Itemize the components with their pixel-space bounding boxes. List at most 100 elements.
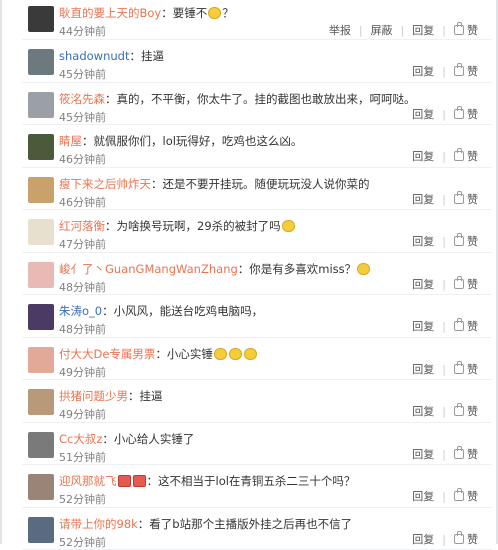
comment-actions: 举报 | 屏蔽 | 回复 | 赞 [329, 22, 478, 38]
like-button[interactable]: 赞 [454, 63, 478, 79]
action-label: 赞 [467, 488, 478, 504]
like-button[interactable]: 赞 [454, 361, 478, 377]
like-button[interactable]: 赞 [454, 446, 478, 462]
action-label: 赞 [467, 191, 478, 207]
username-link[interactable]: 睛屋 [59, 134, 82, 148]
username-link[interactable]: 瘦下来之后帅炸天 [59, 177, 151, 191]
comment-item: Cc大叔z：小心给人实锤了51分钟前回复|赞 [22, 423, 492, 466]
avatar[interactable] [28, 432, 54, 458]
avatar[interactable] [28, 474, 54, 500]
action-separator: | [442, 193, 446, 206]
username-link[interactable]: 朱涛o_0 [59, 304, 102, 318]
comment-item: 朱涛o_0：小风风，能送台吃鸡电脑吗， 48分钟前 回复 | 赞 [22, 295, 492, 338]
action-separator: | [442, 278, 446, 291]
avatar[interactable] [28, 304, 54, 330]
like-button[interactable]: 赞 [454, 233, 478, 249]
like-button[interactable]: 赞 [454, 276, 478, 292]
comment-text: ：你是有多喜欢miss？ [238, 262, 356, 276]
reply-button[interactable]: 回复 [412, 106, 434, 122]
username-link[interactable]: shadownudt [59, 49, 129, 63]
like-button[interactable]: 赞 [454, 22, 478, 38]
reply-button[interactable]: 回复 [412, 361, 434, 377]
thumbs-up-icon [454, 406, 464, 416]
action-label: 回复 [412, 276, 434, 292]
reply-button[interactable]: 回复 [412, 531, 434, 547]
block-button[interactable]: 屏蔽 [371, 22, 393, 38]
action-label: 回复 [412, 488, 434, 504]
action-separator: | [401, 24, 405, 37]
avatar[interactable] [28, 219, 54, 245]
reply-button[interactable]: 回复 [412, 403, 434, 419]
username-link[interactable]: Cc大叔z [59, 432, 102, 446]
reply-button[interactable]: 回复 [412, 276, 434, 292]
username-link[interactable]: 耿直的要上天的Boy [59, 6, 161, 20]
action-label: 回复 [412, 233, 434, 249]
like-button[interactable]: 赞 [454, 318, 478, 334]
badge-icon [118, 475, 131, 487]
avatar[interactable] [28, 517, 54, 543]
action-label: 举报 [329, 22, 351, 38]
username-link[interactable]: 筱洺先森 [59, 92, 105, 106]
avatar[interactable] [28, 92, 54, 118]
report-button[interactable]: 举报 [329, 22, 351, 38]
reply-button[interactable]: 回复 [412, 488, 434, 504]
username-link[interactable]: 请带上你的98k [59, 517, 138, 531]
thumbs-up-icon [454, 279, 464, 289]
comment-item: 峻亻了丶GuanGMangWanZhang：你是有多喜欢miss？ 48分钟前 回复… [22, 253, 492, 296]
action-separator: | [442, 24, 446, 37]
action-separator: | [442, 320, 446, 333]
avatar[interactable] [28, 6, 54, 32]
reply-button[interactable]: 回复 [412, 191, 434, 207]
like-button[interactable]: 赞 [454, 403, 478, 419]
comment-time: 45分钟前 [59, 66, 106, 82]
thumbs-up-icon [454, 321, 464, 331]
reply-button[interactable]: 回复 [412, 233, 434, 249]
like-button[interactable]: 赞 [454, 148, 478, 164]
action-separator: | [359, 24, 363, 37]
avatar[interactable] [28, 347, 54, 373]
comment-time: 46分钟前 [59, 151, 106, 167]
reply-button[interactable]: 回复 [412, 63, 434, 79]
reply-button[interactable]: 回复 [412, 148, 434, 164]
like-button[interactable]: 赞 [454, 531, 478, 547]
avatar[interactable] [28, 134, 54, 160]
action-label: 赞 [467, 233, 478, 249]
reply-button[interactable]: 回复 [412, 318, 434, 334]
comment-text: ：真的，不平衡，你太牛了。挂的截图也敢放出来，呵呵哒。 [105, 92, 416, 106]
comment-item: 付大大De专属男票：小心实锤49分钟前回复|赞 [22, 338, 492, 381]
comment-item: 筱洺先森：真的，不平衡，你太牛了。挂的截图也敢放出来，呵呵哒。45分钟前回复|赞 [22, 83, 492, 126]
reply-button[interactable]: 回复 [412, 446, 434, 462]
comment-text: ：小风风，能送台吃鸡电脑吗， [102, 304, 263, 318]
emoji-icon [282, 220, 295, 232]
comment-time: 47分钟前 [59, 236, 106, 252]
username-link[interactable]: 峻亻了丶GuanGMangWanZhang [59, 262, 238, 276]
like-button[interactable]: 赞 [454, 106, 478, 122]
comment-time: 48分钟前 [59, 279, 106, 295]
comment-actions: 回复|赞 [412, 488, 478, 504]
avatar[interactable] [28, 262, 54, 288]
comment-item: shadownudt：挂逼45分钟前回复|赞 [22, 40, 492, 83]
avatar[interactable] [28, 389, 54, 415]
thumbs-up-icon [454, 66, 464, 76]
username-link[interactable]: 迎风那就飞 [59, 474, 117, 488]
action-label: 赞 [467, 531, 478, 547]
comment-actions: 回复|赞 [412, 361, 478, 377]
comment-text: ：就佩服你们，lol玩得好，吃鸡也这么凶。 [82, 134, 302, 148]
username-link[interactable]: 红河落衡 [59, 219, 105, 233]
action-label: 赞 [467, 276, 478, 292]
reply-button[interactable]: 回复 [412, 22, 434, 38]
action-label: 赞 [467, 318, 478, 334]
comment-text: ：为啥换号玩啊，29杀的被封了吗 [105, 219, 281, 233]
comment-text: ：挂逼 [129, 49, 164, 63]
username-link[interactable]: 付大大De专属男票 [59, 347, 155, 361]
comment-time: 48分钟前 [59, 321, 106, 337]
like-button[interactable]: 赞 [454, 191, 478, 207]
like-button[interactable]: 赞 [454, 488, 478, 504]
username-link[interactable]: 拱猪问题少男 [59, 389, 128, 403]
avatar[interactable] [28, 49, 54, 75]
action-label: 回复 [412, 148, 434, 164]
comment-time: 52分钟前 [59, 534, 106, 550]
avatar[interactable] [28, 177, 54, 203]
comment-text: ：这不相当于lol在青铜五杀二三十个吗？ [147, 474, 356, 488]
emoji-icon [208, 7, 221, 19]
